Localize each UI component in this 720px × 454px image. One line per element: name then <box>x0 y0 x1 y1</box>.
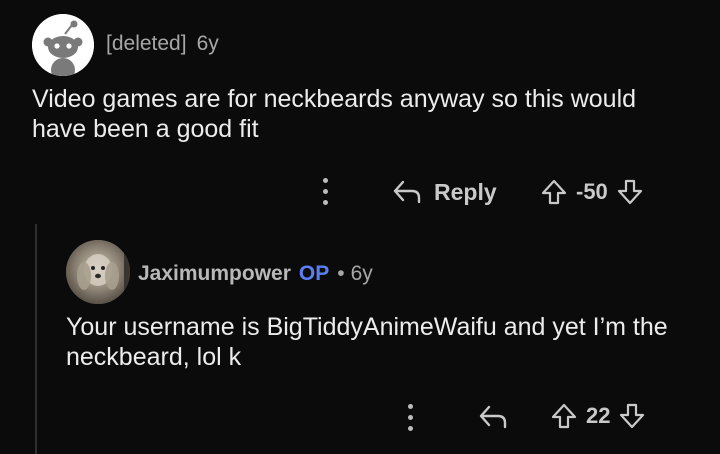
comment: [deleted] 6y Video games are for neckbear… <box>0 0 720 220</box>
reply-arrow-icon <box>392 179 422 205</box>
comment-actions: Reply -50 <box>0 160 720 220</box>
separator: • <box>337 262 345 285</box>
avatar[interactable] <box>66 240 130 304</box>
reply-label: Reply <box>434 178 497 205</box>
timestamp[interactable]: 6y <box>351 262 373 285</box>
thread-line[interactable] <box>35 224 37 454</box>
more-options-icon[interactable] <box>408 404 413 431</box>
username[interactable]: [deleted] <box>106 32 187 55</box>
downvote-arrow-icon[interactable] <box>616 178 644 206</box>
reply-arrow-icon[interactable] <box>478 404 508 430</box>
score: 22 <box>586 403 611 428</box>
vote-controls: -50 <box>540 178 644 206</box>
avatar[interactable] <box>32 14 94 76</box>
more-options-icon[interactable] <box>323 178 328 205</box>
upvote-arrow-icon[interactable] <box>540 178 568 206</box>
comment-body: Your username is BigTiddyAnimeWaifu and … <box>66 313 668 371</box>
upvote-arrow-icon[interactable] <box>550 402 578 430</box>
reply-button[interactable]: Reply <box>392 178 497 206</box>
comment-meta: [deleted] 6y <box>106 32 219 56</box>
username[interactable]: Jaximumpower <box>138 262 291 285</box>
score: -50 <box>576 179 608 204</box>
comment-body: Video games are for neckbeards anyway so… <box>32 85 637 143</box>
vote-controls: 22 <box>550 402 646 430</box>
snoo-avatar-icon <box>32 14 94 76</box>
comment-meta: Jaximumpower OP • 6y <box>138 262 373 286</box>
downvote-arrow-icon[interactable] <box>618 402 646 430</box>
op-badge: OP <box>298 262 330 285</box>
timestamp[interactable]: 6y <box>197 32 219 55</box>
